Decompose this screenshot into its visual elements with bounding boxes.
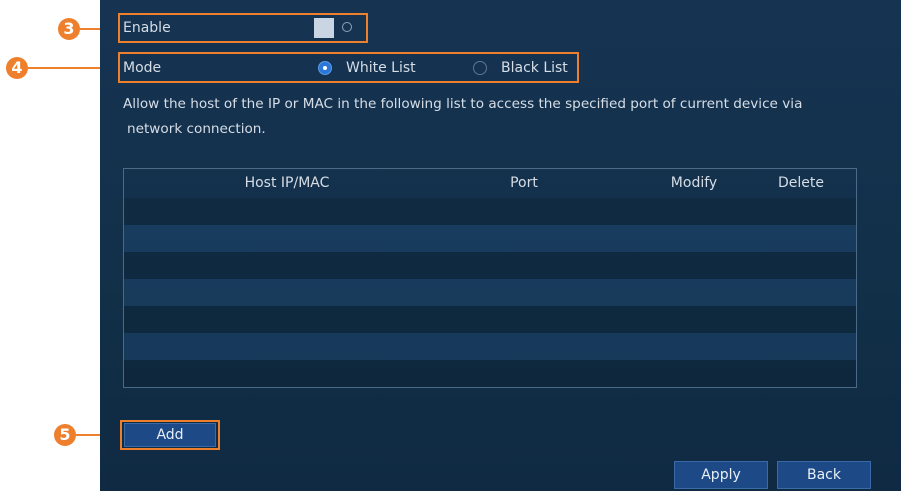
table-header: Host IP/MAC Port Modify Delete <box>124 169 856 197</box>
add-button[interactable]: Add <box>124 423 216 447</box>
table-row <box>124 225 856 252</box>
black-list-radio[interactable] <box>473 61 487 75</box>
description-line-2: network connection. <box>127 121 266 137</box>
table-row <box>124 252 856 279</box>
white-list-label[interactable]: White List <box>346 59 416 77</box>
table-row <box>124 198 856 225</box>
table-row <box>124 306 856 333</box>
enable-label: Enable <box>123 20 171 36</box>
back-button[interactable]: Back <box>777 461 871 489</box>
enable-toggle[interactable] <box>314 18 356 38</box>
toggle-knob <box>314 18 334 38</box>
column-delete: Delete <box>778 175 824 191</box>
table-row <box>124 279 856 306</box>
apply-button[interactable]: Apply <box>674 461 768 489</box>
column-modify: Modify <box>670 175 718 191</box>
toggle-off-circle <box>342 22 352 32</box>
table-row <box>124 333 856 360</box>
callout-badge: 4 <box>6 57 28 79</box>
white-list-radio[interactable] <box>318 61 332 75</box>
callout-badge: 3 <box>58 18 80 40</box>
access-list-table: Host IP/MAC Port Modify Delete <box>123 168 857 388</box>
black-list-label[interactable]: Black List <box>501 59 568 77</box>
column-host-ip-mac: Host IP/MAC <box>244 175 330 191</box>
description-line-1: Allow the host of the IP or MAC in the f… <box>123 96 803 112</box>
callout-badge: 5 <box>54 424 76 446</box>
table-row <box>124 360 856 387</box>
access-control-panel: Enable Mode White List Black List Allow … <box>100 0 901 491</box>
column-port: Port <box>510 175 538 191</box>
mode-label: Mode <box>123 60 162 76</box>
